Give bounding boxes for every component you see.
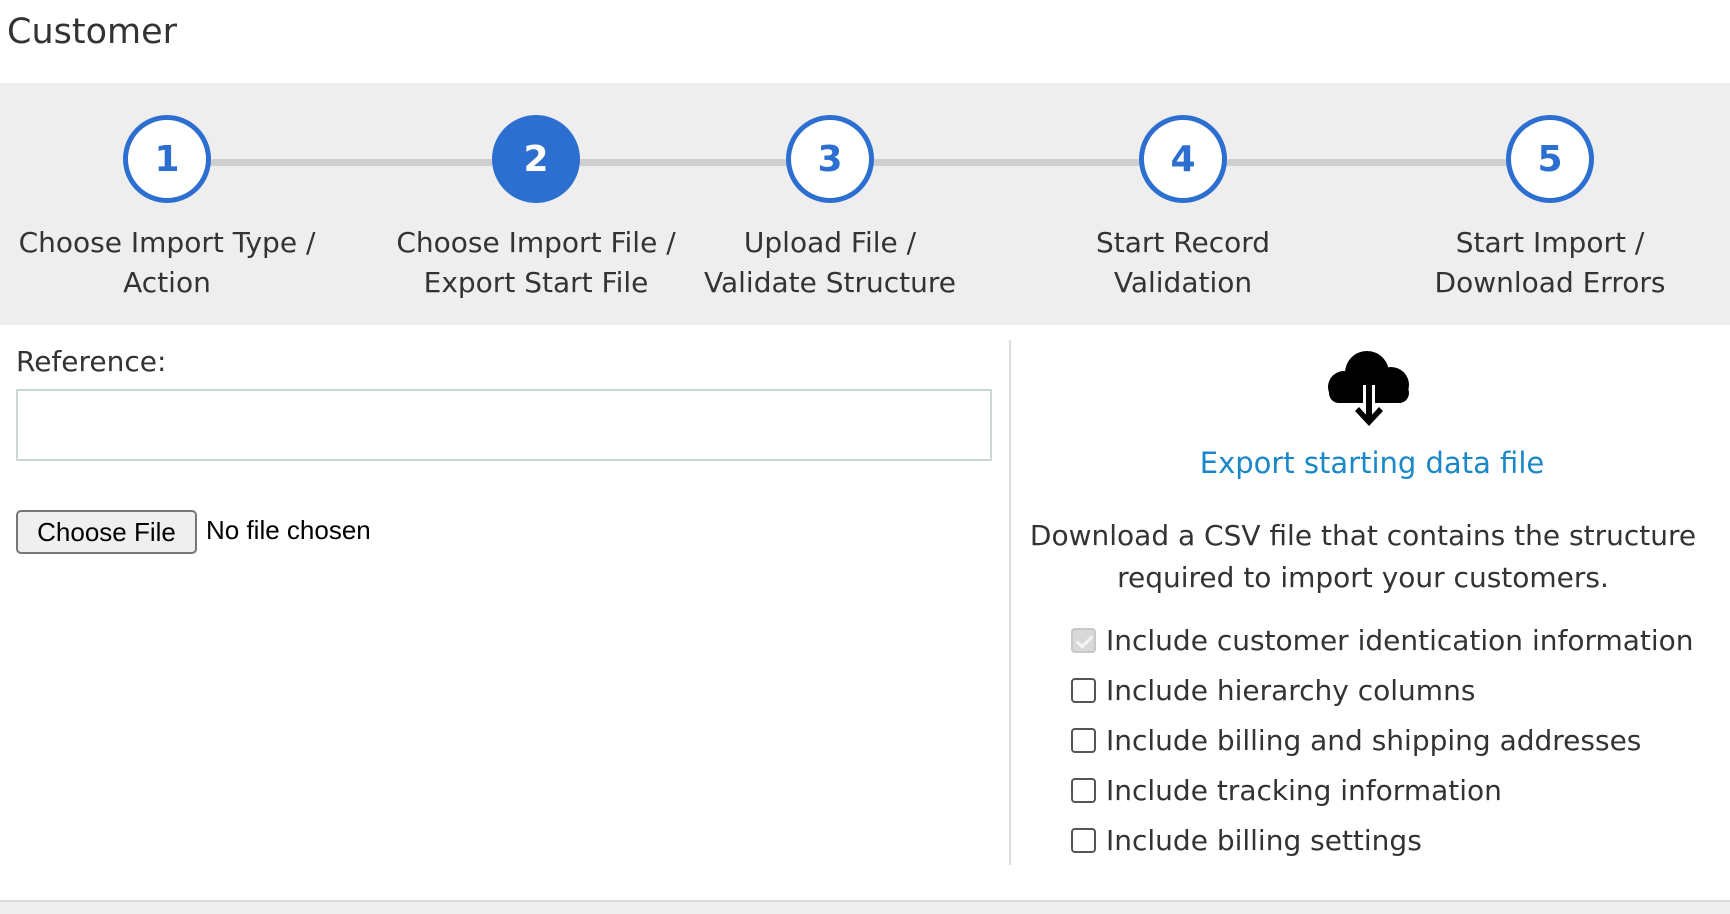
step-4-circle[interactable]: 4 bbox=[1139, 115, 1227, 203]
step-1-label: Choose Import Type / Action bbox=[18, 226, 316, 299]
page-title: Customer bbox=[7, 12, 178, 52]
step-3-circle[interactable]: 3 bbox=[786, 115, 874, 203]
option-billing-shipping-addresses: Include billing and shipping addresses bbox=[1071, 715, 1694, 765]
option-customer-identification: Include customer identication informatio… bbox=[1071, 615, 1694, 665]
export-starting-data-link[interactable]: Export starting data file bbox=[1011, 446, 1730, 480]
footer-rule bbox=[0, 900, 1730, 914]
checkbox-billing-shipping-addresses[interactable] bbox=[1071, 727, 1096, 753]
step-4-label: Start Record Validation bbox=[1095, 226, 1271, 299]
import-stepper: 1 Choose Import Type / Action 2 Choose I… bbox=[0, 83, 1730, 325]
checkbox-tracking-information[interactable] bbox=[1071, 777, 1096, 803]
option-hierarchy-columns: Include hierarchy columns bbox=[1071, 665, 1694, 715]
option-label: Include tracking information bbox=[1106, 773, 1502, 807]
step-3-label: Upload File / Validate Structure bbox=[704, 226, 956, 299]
reference-input[interactable] bbox=[16, 389, 992, 461]
import-file-pane: Reference: Choose File No file chosen bbox=[0, 325, 1008, 865]
export-description: Download a CSV file that contains the st… bbox=[1029, 519, 1697, 594]
option-label: Include billing and shipping addresses bbox=[1106, 723, 1642, 757]
step-2-circle[interactable]: 2 bbox=[492, 115, 580, 203]
checkbox-customer-identification[interactable] bbox=[1071, 627, 1096, 653]
step-5-circle[interactable]: 5 bbox=[1506, 115, 1594, 203]
export-pane: Export starting data file Download a CSV… bbox=[1011, 325, 1730, 885]
choose-file-button[interactable]: Choose File bbox=[16, 510, 197, 554]
option-billing-settings: Include billing settings bbox=[1071, 815, 1694, 865]
checkbox-billing-settings[interactable] bbox=[1071, 827, 1096, 853]
option-label: Include customer identication informatio… bbox=[1106, 623, 1694, 657]
checkbox-hierarchy-columns[interactable] bbox=[1071, 677, 1096, 703]
reference-label: Reference: bbox=[16, 345, 167, 378]
step-1-circle[interactable]: 1 bbox=[123, 115, 211, 203]
export-options-list: Include customer identication informatio… bbox=[1071, 615, 1694, 865]
option-tracking-information: Include tracking information bbox=[1071, 765, 1694, 815]
option-label: Include hierarchy columns bbox=[1106, 673, 1476, 707]
option-label: Include billing settings bbox=[1106, 823, 1422, 857]
step-5-label: Start Import / Download Errors bbox=[1434, 226, 1666, 299]
file-status-text: No file chosen bbox=[206, 515, 371, 545]
cloud-download-icon[interactable] bbox=[1319, 343, 1419, 443]
